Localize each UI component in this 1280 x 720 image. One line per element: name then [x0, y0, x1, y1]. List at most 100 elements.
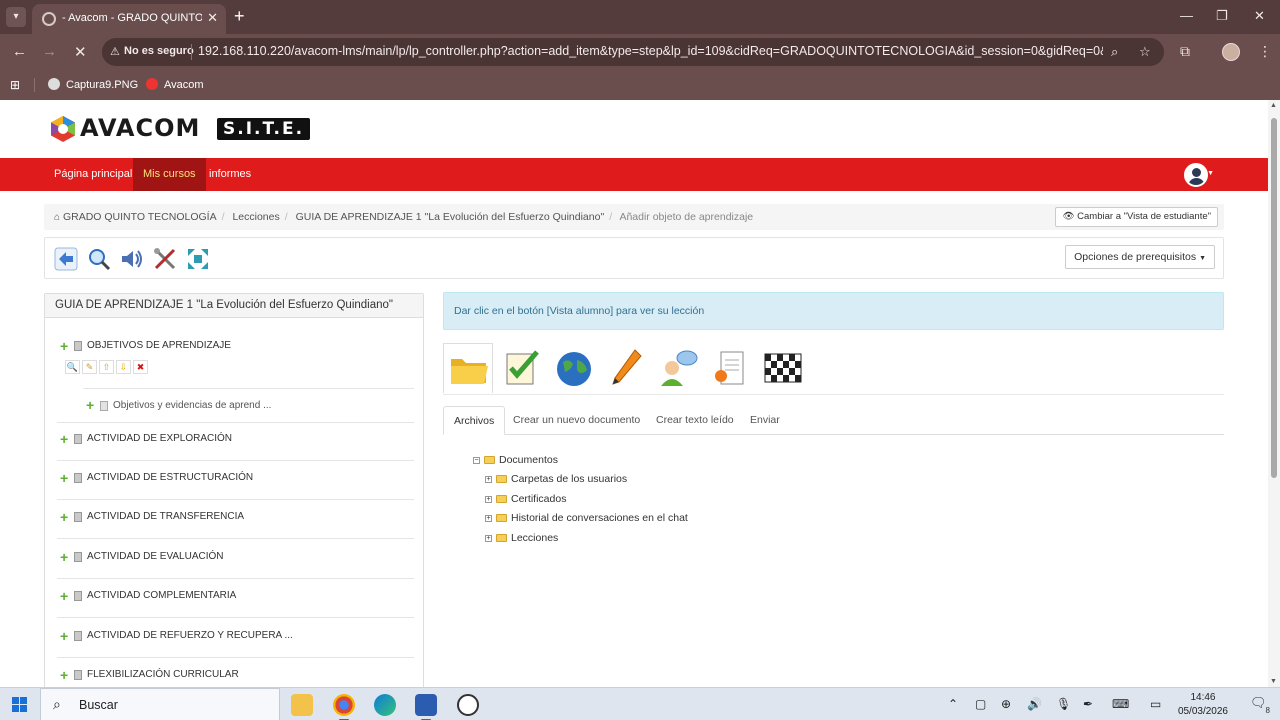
bookmark-avacom[interactable]: Avacom — [146, 78, 204, 91]
obs-icon[interactable] — [457, 694, 479, 716]
settings-tools-icon[interactable] — [152, 246, 178, 272]
tray-language-icon[interactable]: ⊕ — [1001, 697, 1011, 711]
plus-icon[interactable]: + — [60, 470, 68, 486]
profile-avatar[interactable] — [1222, 43, 1240, 61]
security-label[interactable]: No es seguro — [124, 45, 194, 57]
audio-speaker-icon[interactable] — [119, 246, 145, 272]
nav-my-courses[interactable]: Mis cursos — [133, 158, 206, 191]
microphone-icon[interactable]: 🎙 — [1056, 697, 1071, 711]
student-view-button[interactable]: 👁 Cambiar a "Vista de estudiante" — [1055, 207, 1218, 227]
tab-files[interactable]: Archivos — [443, 406, 506, 435]
bookmark-star-icon[interactable]: ☆ — [1139, 44, 1151, 60]
prerequisites-options-button[interactable]: Opciones de prerequisitos ▼ — [1065, 245, 1215, 269]
file-explorer-icon[interactable] — [291, 694, 313, 716]
apps-grid-icon[interactable]: ⊞ — [10, 78, 20, 92]
notifications-icon[interactable]: 🗨 8 — [1250, 695, 1270, 715]
pen-icon[interactable]: ✒ — [1083, 697, 1093, 711]
stop-loading-button[interactable]: ✕ — [74, 43, 87, 61]
expand-icon[interactable]: + — [485, 476, 492, 483]
url-text[interactable]: 192.168.110.220/avacom-lms/main/lp/lp_co… — [198, 44, 1103, 58]
plus-icon[interactable]: + — [60, 628, 68, 644]
system-clock[interactable]: 14:46 05/03/2026 — [1178, 691, 1228, 719]
scroll-thumb[interactable] — [1271, 118, 1277, 478]
restore-window-button[interactable]: ❐ — [1216, 8, 1228, 24]
quiz-tile[interactable] — [497, 343, 547, 393]
tree-node-documentos[interactable]: − Documentos — [473, 452, 558, 468]
tree-item-transferencia[interactable]: + ACTIVIDAD DE TRANSFERENCIA — [57, 500, 414, 539]
plus-icon[interactable]: + — [60, 667, 68, 683]
close-tab-icon[interactable]: ✕ — [207, 10, 218, 26]
tree-node-user-folders[interactable]: + Carpetas de los usuarios — [485, 471, 627, 487]
plus-icon[interactable]: + — [60, 549, 68, 565]
expand-icon[interactable]: + — [485, 515, 492, 522]
bookmark-captura[interactable]: Captura9.PNG — [48, 78, 138, 91]
tab-read-text[interactable]: Crear texto leído — [646, 406, 744, 435]
word-icon[interactable] — [415, 694, 437, 720]
delete-icon[interactable]: ✖ — [133, 360, 148, 374]
zoom-icon[interactable]: ⌕ — [1111, 44, 1118, 60]
preview-magnifier-icon[interactable] — [86, 246, 112, 272]
move-up-icon[interactable]: ⇧ — [99, 360, 114, 374]
forward-button[interactable]: → — [42, 43, 57, 60]
tab-new-document[interactable]: Crear un nuevo documento — [503, 406, 650, 435]
tree-node-lessons[interactable]: + Lecciones — [485, 530, 558, 546]
chrome-icon[interactable] — [333, 694, 355, 720]
tree-item-estructuracion[interactable]: + ACTIVIDAD DE ESTRUCTURACIÓN — [57, 461, 414, 500]
final-item-tile[interactable] — [757, 343, 807, 393]
close-window-button[interactable]: ✕ — [1254, 8, 1265, 24]
scroll-down-icon[interactable]: ▼ — [1270, 678, 1277, 685]
tree-node-certificates[interactable]: + Certificados — [485, 491, 566, 507]
windows-start-icon[interactable] — [12, 697, 27, 712]
breadcrumb-lessons[interactable]: Lecciones — [232, 211, 279, 223]
tree-node-chat-history[interactable]: + Historial de conversaciones en el chat — [485, 510, 688, 526]
collapse-icon[interactable]: − — [473, 457, 480, 464]
tree-item-complementaria[interactable]: + ACTIVIDAD COMPLEMENTARIA — [57, 579, 414, 618]
tab-search-button[interactable]: ▾ — [6, 7, 26, 27]
assignment-tile[interactable] — [601, 343, 651, 393]
keyboard-icon[interactable]: ⌨ — [1112, 697, 1129, 711]
fullscreen-expand-icon[interactable] — [185, 246, 211, 272]
back-button[interactable]: ← — [12, 43, 27, 60]
plus-icon[interactable]: + — [60, 509, 68, 525]
section-tile[interactable] — [705, 343, 755, 393]
menu-icon[interactable]: ⋮ — [1258, 43, 1272, 60]
edit-pencil-icon[interactable]: ✎ — [82, 360, 97, 374]
forum-tile[interactable] — [653, 343, 703, 393]
move-down-icon[interactable]: ⇩ — [116, 360, 131, 374]
caret-down-icon[interactable]: ▼ — [1207, 170, 1214, 177]
scroll-up-icon[interactable]: ▲ — [1270, 102, 1277, 109]
tray-meet-icon[interactable]: ▢ — [975, 697, 986, 711]
browser-tab-active[interactable]: - Avacom - GRADO QUINTO TECNOLOGIA ✕ — [32, 4, 226, 34]
plus-icon[interactable]: + — [60, 431, 68, 447]
breadcrumb-guide[interactable]: GUIA DE APRENDIZAJE 1 "La Evolución del … — [296, 211, 605, 223]
plus-icon[interactable]: + — [86, 397, 94, 413]
tray-chevron-up-icon[interactable]: ⌃ — [948, 697, 958, 711]
tree-item-exploracion[interactable]: + ACTIVIDAD DE EXPLORACIÓN — [57, 422, 414, 461]
page-scrollbar[interactable]: ▲ ▼ — [1268, 100, 1280, 687]
preview-icon[interactable]: 🔍 — [65, 360, 80, 374]
plus-icon[interactable]: + — [60, 588, 68, 604]
tree-item-evaluacion[interactable]: + ACTIVIDAD DE EVALUACIÓN — [57, 540, 414, 579]
expand-icon[interactable]: + — [485, 496, 492, 503]
plus-icon[interactable]: + — [60, 338, 68, 354]
tree-item-refuerzo[interactable]: + ACTIVIDAD DE REFUERZO Y RECUPERA ... — [57, 619, 414, 658]
link-tile[interactable] — [549, 343, 599, 393]
nav-reports[interactable]: informes — [199, 158, 261, 191]
back-arrow-icon[interactable] — [53, 246, 79, 272]
volume-icon[interactable]: 🔊 — [1027, 697, 1042, 711]
tree-item-flexibilizacion[interactable]: + FLEXIBILIZACIÓN CURRICULAR — [57, 658, 414, 687]
new-tab-button[interactable]: + — [234, 6, 245, 27]
minimize-window-button[interactable]: — — [1180, 8, 1193, 23]
address-bar[interactable]: ⚠ No es seguro 192.168.110.220/avacom-lm… — [102, 38, 1164, 66]
edge-icon[interactable] — [374, 694, 396, 716]
tab-send[interactable]: Enviar — [740, 406, 790, 435]
breadcrumb-course[interactable]: GRADO QUINTO TECNOLOGÍA — [63, 211, 217, 223]
expand-icon[interactable]: + — [485, 535, 492, 542]
extensions-icon[interactable]: ⧉ — [1180, 43, 1190, 60]
user-avatar[interactable] — [1184, 163, 1208, 187]
documents-folder-tile[interactable] — [443, 343, 493, 393]
nav-home[interactable]: Página principal — [44, 158, 142, 191]
taskbar-search[interactable]: ⌕ Buscar — [40, 688, 280, 720]
tree-child-objetivos-evidencias[interactable]: + Objetivos y evidencias de aprend ... — [83, 388, 414, 422]
display-icon[interactable]: ▭ — [1150, 697, 1161, 711]
